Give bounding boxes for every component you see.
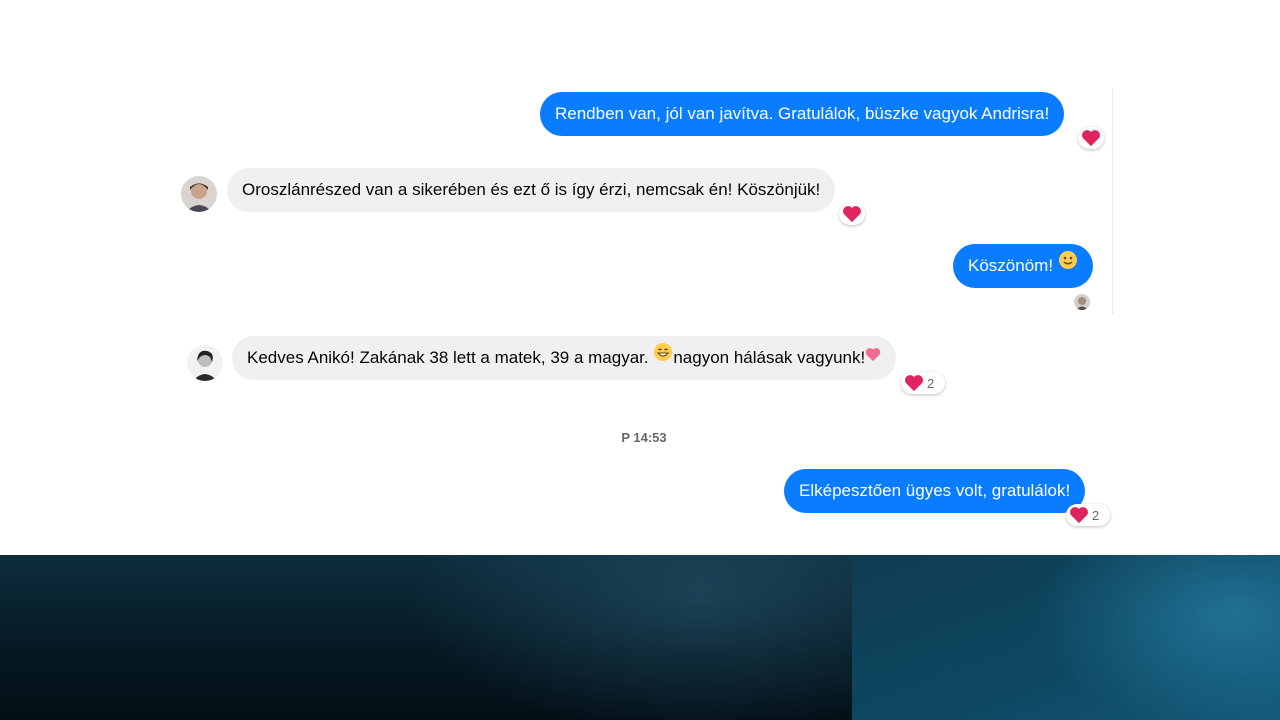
- chat-thread: Rendben van, jól van javítva. Gratulálok…: [0, 0, 1280, 555]
- avatar[interactable]: [187, 345, 223, 381]
- background-panel: [852, 555, 1280, 720]
- message-text: Oroszlánrészed van a sikerében és ezt ő …: [242, 180, 821, 199]
- heart-icon: [865, 335, 881, 379]
- background-area: [0, 555, 1280, 720]
- divider: [1112, 88, 1113, 314]
- message-text-part: nagyon hálásak vagyunk!: [673, 348, 866, 367]
- message-text-part: Kedves Anikó! Zakának 38 lett a matek, 3…: [247, 348, 654, 367]
- reaction-badge[interactable]: 2: [901, 372, 945, 394]
- reaction-badge[interactable]: [839, 203, 865, 225]
- message-bubble-outgoing[interactable]: Köszönöm!: [953, 244, 1093, 288]
- slightly-smiling-face-icon: [1058, 243, 1078, 287]
- message-bubble-incoming[interactable]: Kedves Anikó! Zakának 38 lett a matek, 3…: [232, 335, 897, 380]
- seen-avatar: [1074, 294, 1090, 310]
- reaction-count: 2: [927, 375, 935, 391]
- message-text: Rendben van, jól van javítva. Gratulálok…: [555, 104, 1050, 123]
- grinning-face-icon: [653, 335, 673, 379]
- heart-icon: [1069, 506, 1089, 524]
- heart-icon: [904, 374, 924, 392]
- reaction-badge[interactable]: [1078, 127, 1104, 149]
- heart-icon: [842, 205, 862, 223]
- message-bubble-incoming[interactable]: Oroszlánrészed van a sikerében és ezt ő …: [227, 168, 836, 212]
- message-text: Elképesztően ügyes volt, gratulálok!: [799, 481, 1071, 500]
- reaction-badge[interactable]: 2: [1066, 504, 1110, 526]
- reaction-count: 2: [1092, 507, 1100, 523]
- heart-icon: [1081, 129, 1101, 147]
- message-bubble-outgoing[interactable]: Elképesztően ügyes volt, gratulálok!: [784, 469, 1086, 513]
- avatar[interactable]: [181, 176, 217, 212]
- timestamp: P 14:53: [621, 430, 667, 445]
- message-text: Köszönöm!: [968, 256, 1054, 275]
- message-bubble-outgoing[interactable]: Rendben van, jól van javítva. Gratulálok…: [540, 92, 1065, 136]
